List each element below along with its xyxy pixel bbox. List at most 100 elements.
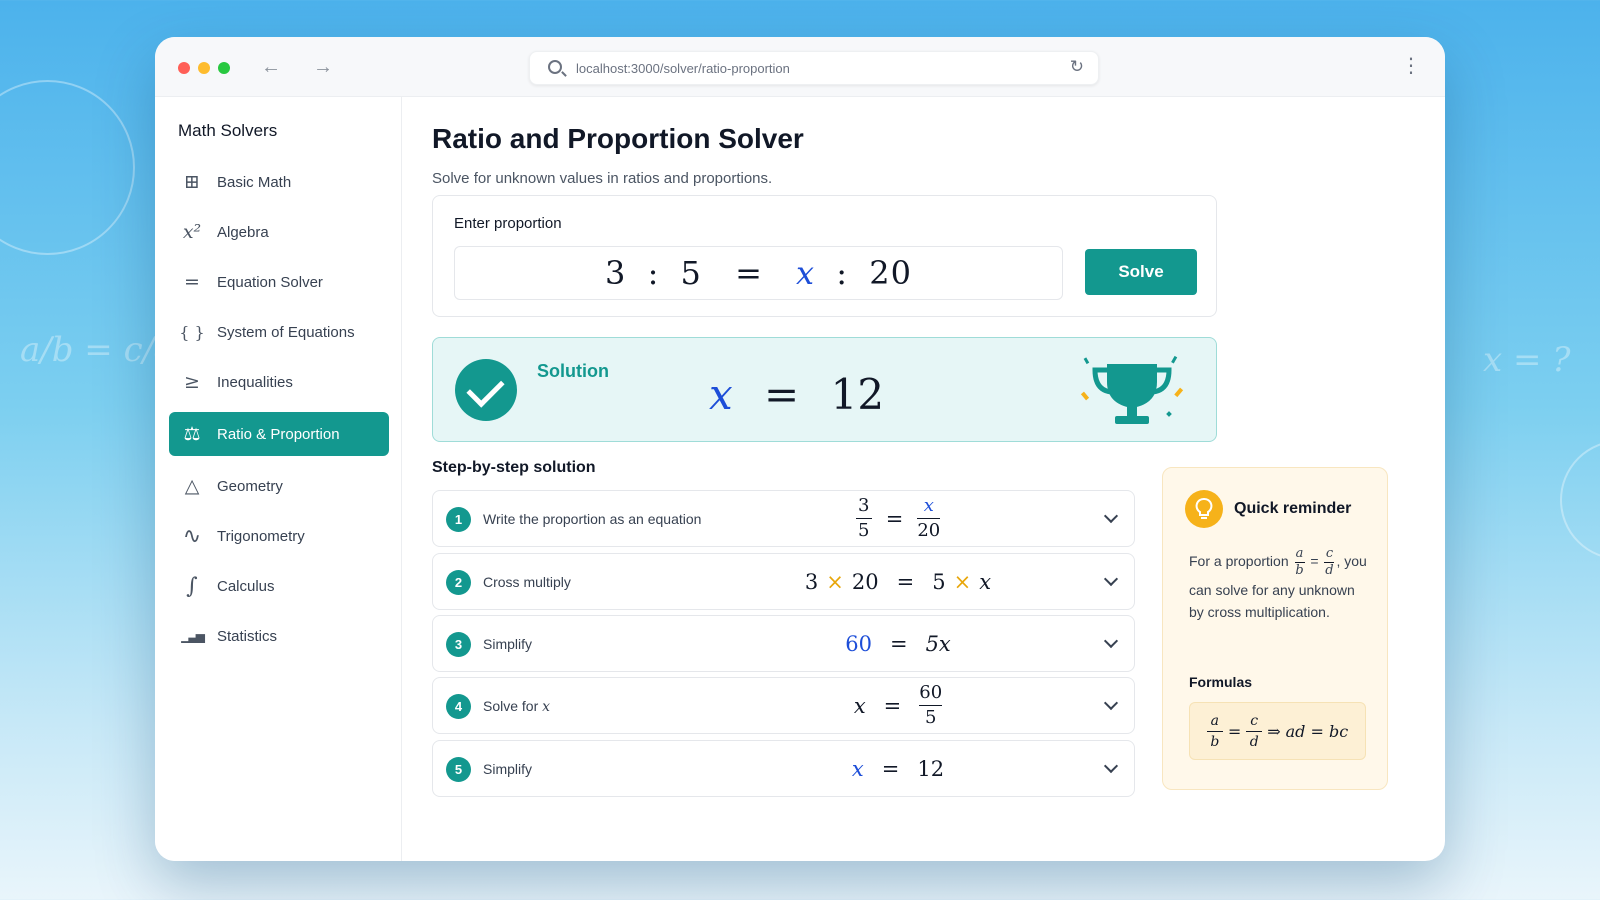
step-row-3[interactable]: 3 Simplify 60 = 5x xyxy=(432,615,1135,672)
browser-toolbar: ← → localhost:3000/solver/ratio-proporti… xyxy=(155,37,1445,97)
fraction-right: x 20 xyxy=(917,495,941,542)
input-equals: = xyxy=(735,254,763,292)
step-number-badge: 4 xyxy=(446,694,471,719)
step-row-1[interactable]: 1 Write the proportion as an equation 3 … xyxy=(432,490,1135,547)
background-formula-right: x = ? xyxy=(1483,340,1571,380)
term: 60 xyxy=(845,631,872,656)
steps-title: Step-by-step solution xyxy=(432,459,596,476)
page-subtitle: Solve for unknown values in ratios and p… xyxy=(432,170,773,187)
step-number-badge: 3 xyxy=(446,632,471,657)
proportion-input[interactable]: 3 : 5 = x : 20 xyxy=(454,246,1063,300)
fraction: 60 5 xyxy=(919,682,943,729)
denominator: 20 xyxy=(917,520,941,541)
step-label: Solve for x xyxy=(483,698,550,715)
numerator: 3 xyxy=(858,495,870,516)
forward-arrow-icon[interactable]: → xyxy=(311,55,335,79)
address-bar[interactable]: localhost:3000/solver/ratio-proportion ↻ xyxy=(529,51,1099,85)
step-label: Write the proportion as an equation xyxy=(483,511,702,527)
step-label-variable: x xyxy=(542,699,551,715)
close-window-dot[interactable] xyxy=(178,62,190,74)
fraction-bar xyxy=(1206,730,1223,732)
braces-icon: { } xyxy=(179,322,205,342)
comma: , xyxy=(1336,553,1341,570)
denominator: b xyxy=(1210,733,1220,750)
implies-arrow: ⇒ xyxy=(1267,721,1281,741)
denominator: 5 xyxy=(858,520,870,541)
step-math: 3 5 = x 20 xyxy=(723,491,1073,546)
step-label: Simplify xyxy=(483,636,533,652)
chevron-down-icon[interactable] xyxy=(1103,633,1119,649)
sidebar-item-geometry[interactable]: △ Geometry xyxy=(169,464,389,508)
fraction-c-over-d: c d xyxy=(1324,546,1335,579)
sidebar-item-ratio-proportion[interactable]: ⚖ Ratio & Proportion xyxy=(169,412,389,456)
solve-button[interactable]: Solve xyxy=(1085,249,1197,295)
sidebar-item-inequalities[interactable]: ≥ Inequalities xyxy=(169,360,389,404)
minimize-window-dot[interactable] xyxy=(198,62,210,74)
step-row-4[interactable]: 4 Solve for x x = 60 5 xyxy=(432,677,1135,734)
trophy-icon xyxy=(1080,355,1184,424)
fraction-bar xyxy=(1246,730,1263,732)
sidebar-item-algebra[interactable]: x² Algebra xyxy=(169,210,389,254)
chevron-down-icon[interactable] xyxy=(1103,758,1119,774)
fraction-bar xyxy=(855,518,872,519)
sidebar-item-label: Basic Math xyxy=(217,173,292,191)
times-sign: × xyxy=(826,569,844,594)
triangle-icon: △ xyxy=(184,475,200,497)
more-menu-icon[interactable]: ⋮ xyxy=(1401,53,1421,79)
wave-icon: ∿ xyxy=(182,523,202,549)
url-text: localhost:3000/solver/ratio-proportion xyxy=(576,61,790,76)
numerator: 60 xyxy=(919,682,943,703)
equals-sign: = xyxy=(1227,721,1242,741)
calculator-icon: ⊞ xyxy=(184,171,200,193)
formulas-label: Formulas xyxy=(1189,674,1253,690)
equals-sign: = xyxy=(883,693,902,718)
numerator: x xyxy=(923,495,934,516)
sidebar-item-trigonometry[interactable]: ∿ Trigonometry xyxy=(169,514,389,558)
step-math: x = 60 5 xyxy=(723,678,1073,733)
term: 20 xyxy=(851,569,879,594)
chevron-down-icon[interactable] xyxy=(1103,571,1119,587)
reload-icon[interactable]: ↻ xyxy=(1070,57,1084,77)
formula-rhs: ad = bc xyxy=(1285,721,1349,741)
page-title: Ratio and Proportion Solver xyxy=(432,123,804,154)
times-sign: × xyxy=(953,569,972,594)
input-term-c: 20 xyxy=(869,254,912,292)
step-row-2[interactable]: 2 Cross multiply 3 × 20 = 5 × x xyxy=(432,553,1135,610)
denominator: d xyxy=(1249,733,1259,750)
reminder-text-before: For a proportion xyxy=(1189,553,1289,570)
step-number-badge: 1 xyxy=(446,507,471,532)
sidebar-item-basic-math[interactable]: ⊞ Basic Math xyxy=(169,160,389,204)
maximize-window-dot[interactable] xyxy=(218,62,230,74)
search-icon xyxy=(548,60,562,74)
step-math: 3 × 20 = 5 × x xyxy=(723,554,1073,609)
term: 12 xyxy=(917,756,945,781)
sidebar-item-statistics[interactable]: ▁▃▅ Statistics xyxy=(169,614,389,658)
solution-label: Solution xyxy=(537,361,609,381)
sidebar-title: Math Solvers xyxy=(178,121,278,140)
step-row-5[interactable]: 5 Simplify x = 12 xyxy=(432,740,1135,797)
sidebar-item-system-of-equations[interactable]: { } System of Equations xyxy=(169,310,389,354)
chevron-down-icon[interactable] xyxy=(1103,508,1119,524)
term: 5x xyxy=(925,631,951,656)
input-colon: : xyxy=(647,254,660,292)
background-formula-left: a/b = c/d xyxy=(20,330,176,370)
sidebar-item-label: Geometry xyxy=(217,477,283,495)
equals-sign: = xyxy=(885,506,904,531)
sidebar-item-label: Calculus xyxy=(217,577,275,595)
term: 5 xyxy=(932,569,946,594)
sidebar-item-calculus[interactable]: ∫ Calculus xyxy=(169,564,389,608)
chevron-down-icon[interactable] xyxy=(1103,695,1119,711)
inequality-icon: ≥ xyxy=(184,371,200,393)
equals-sign: = xyxy=(889,631,908,656)
input-variable: x xyxy=(796,254,816,292)
proportion-input-card: Enter proportion 3 : 5 = x : 20 Solve xyxy=(432,195,1217,317)
denominator: d xyxy=(1325,563,1334,578)
sidebar-item-equation-solver[interactable]: = Equation Solver xyxy=(169,260,389,304)
fraction-left: 3 5 xyxy=(855,495,872,542)
back-arrow-icon[interactable]: ← xyxy=(259,55,283,79)
sidebar-item-label: Trigonometry xyxy=(217,527,305,545)
step-number-badge: 5 xyxy=(446,757,471,782)
input-label: Enter proportion xyxy=(454,215,562,232)
sidebar-item-label: Inequalities xyxy=(217,373,293,391)
term: x xyxy=(979,569,992,594)
